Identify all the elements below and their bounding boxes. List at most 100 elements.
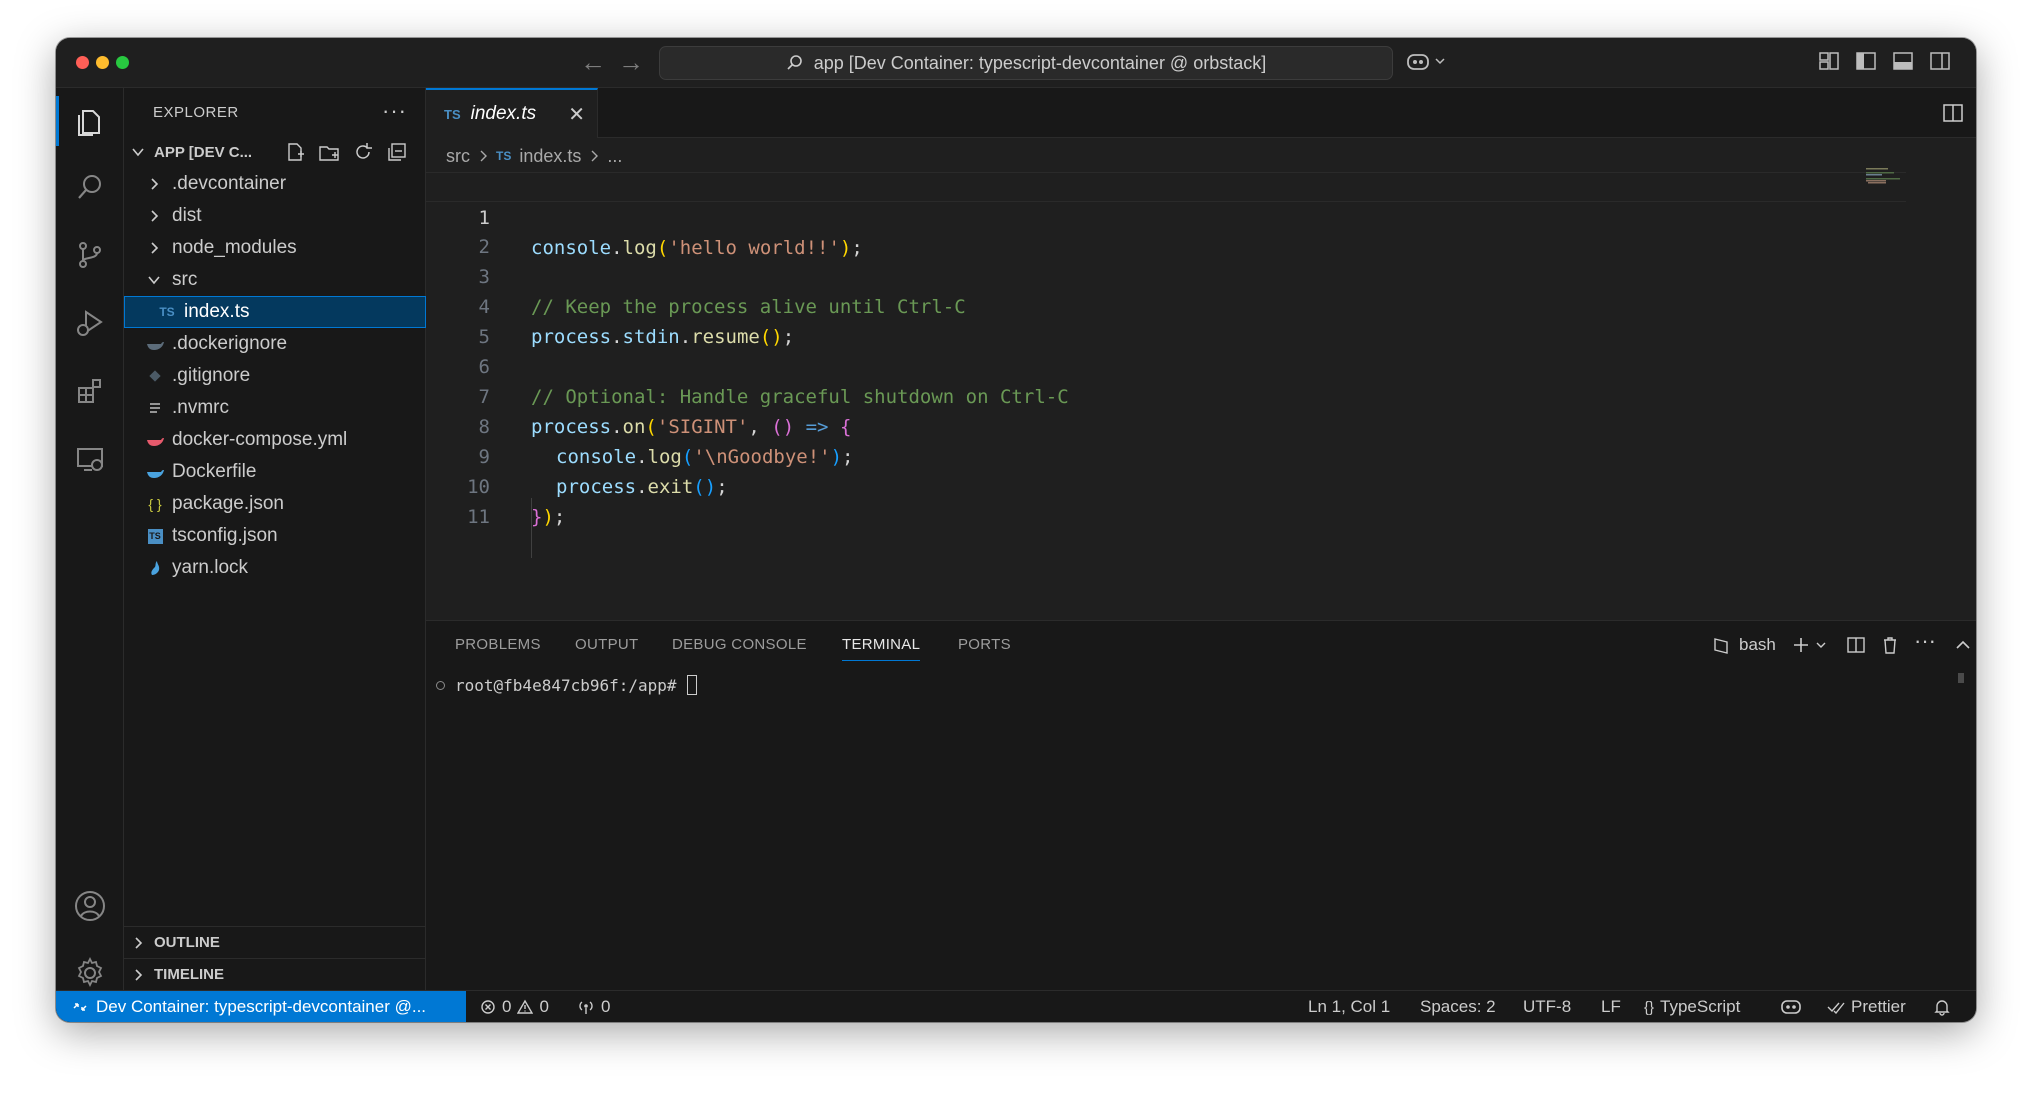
tab-ports[interactable]: PORTS <box>958 621 1011 667</box>
tree-item-node-modules[interactable]: node_modules <box>124 232 426 264</box>
tab-output[interactable]: OUTPUT <box>575 621 638 667</box>
panel-more-actions-icon[interactable]: ··· <box>1914 628 1936 653</box>
remote-icon <box>73 1003 87 1011</box>
chevron-right-icon <box>589 146 599 167</box>
remote-indicator[interactable]: Dev Container: typescript-devcontainer @… <box>56 991 466 1022</box>
more-actions-icon[interactable]: ··· <box>382 98 407 124</box>
timeline-section[interactable]: TIMELINE <box>124 958 426 990</box>
minimap[interactable] <box>1866 166 1906 186</box>
copilot-icon[interactable] <box>1406 50 1450 74</box>
end-of-line[interactable]: LF <box>1601 991 1621 1022</box>
code-line: 6 // Optional: Handle graceful shutdown … <box>426 322 1906 408</box>
typescript-file-icon: TS <box>159 305 175 319</box>
tab-problems[interactable]: PROBLEMS <box>455 621 541 667</box>
status-bar: Dev Container: typescript-devcontainer @… <box>56 990 1976 1022</box>
tab-terminal[interactable]: TERMINAL <box>842 621 921 667</box>
tree-item-devcontainer[interactable]: .devcontainer <box>124 168 426 200</box>
forward-arrow-icon[interactable]: → <box>618 48 644 76</box>
tab-debug-console[interactable]: DEBUG CONSOLE <box>672 621 807 667</box>
back-arrow-icon[interactable]: ← <box>580 48 606 76</box>
bell-icon[interactable] <box>1934 991 1950 1022</box>
tab-index-ts[interactable]: TS index.ts ✕ <box>426 88 598 138</box>
customize-layout-icon[interactable] <box>1818 50 1842 74</box>
tree-item-nvmrc[interactable]: .nvmrc <box>124 392 426 424</box>
maximize-panel-icon[interactable] <box>1954 633 1972 657</box>
double-check-icon <box>1827 1002 1845 1014</box>
encoding[interactable]: UTF-8 <box>1523 991 1571 1022</box>
tree-item-package-json[interactable]: { } package.json <box>124 488 426 520</box>
copilot-status-icon[interactable] <box>1780 991 1802 1022</box>
collapse-all-icon[interactable] <box>386 141 408 163</box>
command-center[interactable]: app [Dev Container: typescript-devcontai… <box>659 46 1393 80</box>
code-line: 11 <box>426 472 1906 528</box>
new-folder-icon[interactable] <box>318 141 340 163</box>
tree-item-gitignore[interactable]: .gitignore <box>124 360 426 392</box>
json-icon: { } <box>148 496 162 512</box>
activity-bar <box>56 88 124 990</box>
split-terminal-icon[interactable] <box>1846 633 1866 657</box>
breadcrumb-file[interactable]: index.ts <box>519 146 581 167</box>
ports-count: 0 <box>601 997 611 1016</box>
new-terminal-button[interactable] <box>1791 633 1827 657</box>
close-icon[interactable]: ✕ <box>568 102 585 127</box>
toggle-secondary-sidebar-icon[interactable] <box>1929 50 1953 74</box>
activity-search[interactable] <box>56 154 124 220</box>
toggle-panel-icon[interactable] <box>1892 50 1916 74</box>
breadcrumb-folder[interactable]: src <box>446 146 470 167</box>
terminal-shell-selector[interactable]: bash <box>1711 633 1776 657</box>
workspace-folder-header[interactable]: APP [DEV C... <box>124 137 426 167</box>
ports-indicator[interactable]: 0 <box>577 991 610 1022</box>
tree-item-index-ts[interactable]: TS index.ts <box>124 296 426 328</box>
code-line: 8 console.log('\nGoodbye!'); <box>426 382 1906 468</box>
activity-source-control[interactable] <box>56 222 124 288</box>
bottom-panel: PROBLEMS OUTPUT DEBUG CONSOLE TERMINAL P… <box>426 620 1976 990</box>
code-token: } <box>531 506 543 528</box>
code-line: 10 }); <box>426 442 1906 528</box>
terminal-output[interactable]: root@fb4e847cb96f:/app# <box>436 673 697 697</box>
tree-item-yarn-lock[interactable]: yarn.lock <box>124 552 426 584</box>
activity-explorer[interactable] <box>56 88 124 154</box>
activity-accounts[interactable] <box>56 873 124 939</box>
minimize-window-button[interactable] <box>96 56 109 69</box>
zoom-window-button[interactable] <box>116 56 129 69</box>
indentation[interactable]: Spaces: 2 <box>1420 991 1496 1022</box>
extensions-icon <box>78 379 101 403</box>
language-mode[interactable]: {} TypeScript <box>1644 991 1740 1022</box>
split-editor-icon[interactable] <box>1942 102 1964 129</box>
toggle-primary-sidebar-icon[interactable] <box>1855 50 1879 74</box>
trash-icon[interactable] <box>1880 633 1900 657</box>
cursor-position[interactable]: Ln 1, Col 1 <box>1308 991 1390 1022</box>
tree-item-dockerignore[interactable]: .dockerignore <box>124 328 426 360</box>
search-icon <box>787 55 802 70</box>
problems-indicator[interactable]: 0 0 <box>480 991 549 1022</box>
account-icon <box>75 891 105 921</box>
tree-item-label: package.json <box>172 493 284 514</box>
tree-item-dist[interactable]: dist <box>124 200 426 232</box>
tsconfig-badge: TS <box>147 528 163 544</box>
language-label: TypeScript <box>1660 997 1741 1016</box>
breadcrumb: src TS index.ts ... <box>446 142 622 170</box>
tree-item-dockerfile[interactable]: Dockerfile <box>124 456 426 488</box>
refresh-icon[interactable] <box>352 141 374 163</box>
title-bar: ← → app [Dev Container: typescript-devco… <box>56 38 1976 88</box>
tree-item-src[interactable]: src <box>124 264 426 296</box>
outline-section[interactable]: OUTLINE <box>124 926 426 958</box>
activity-remote-explorer[interactable] <box>56 426 124 492</box>
code-line: 1 console.log('hello world!!'); <box>426 172 1906 259</box>
terminal-scrollbar[interactable] <box>1958 673 1964 683</box>
close-window-button[interactable] <box>76 56 89 69</box>
code-editor[interactable]: src TS index.ts ... 1 console.log('hello… <box>426 138 1976 620</box>
new-file-icon[interactable] <box>284 141 306 163</box>
editor-tab-bar: TS index.ts ✕ ··· <box>426 88 1976 138</box>
tree-item-label: yarn.lock <box>172 557 249 578</box>
chevron-right-icon <box>144 241 164 255</box>
breadcrumb-more[interactable]: ... <box>607 146 622 167</box>
tree-item-docker-compose[interactable]: docker-compose.yml <box>124 424 426 456</box>
prettier-status[interactable]: Prettier <box>1827 991 1906 1022</box>
tree-item-tsconfig[interactable]: TS tsconfig.json <box>124 520 426 552</box>
explorer-sidebar: EXPLORER ··· APP [DEV C... .devcontainer <box>124 88 426 990</box>
tree-item-label: tsconfig.json <box>172 525 278 546</box>
activity-extensions[interactable] <box>56 358 124 424</box>
plus-icon <box>1794 638 1808 652</box>
activity-run-debug[interactable] <box>56 290 124 356</box>
